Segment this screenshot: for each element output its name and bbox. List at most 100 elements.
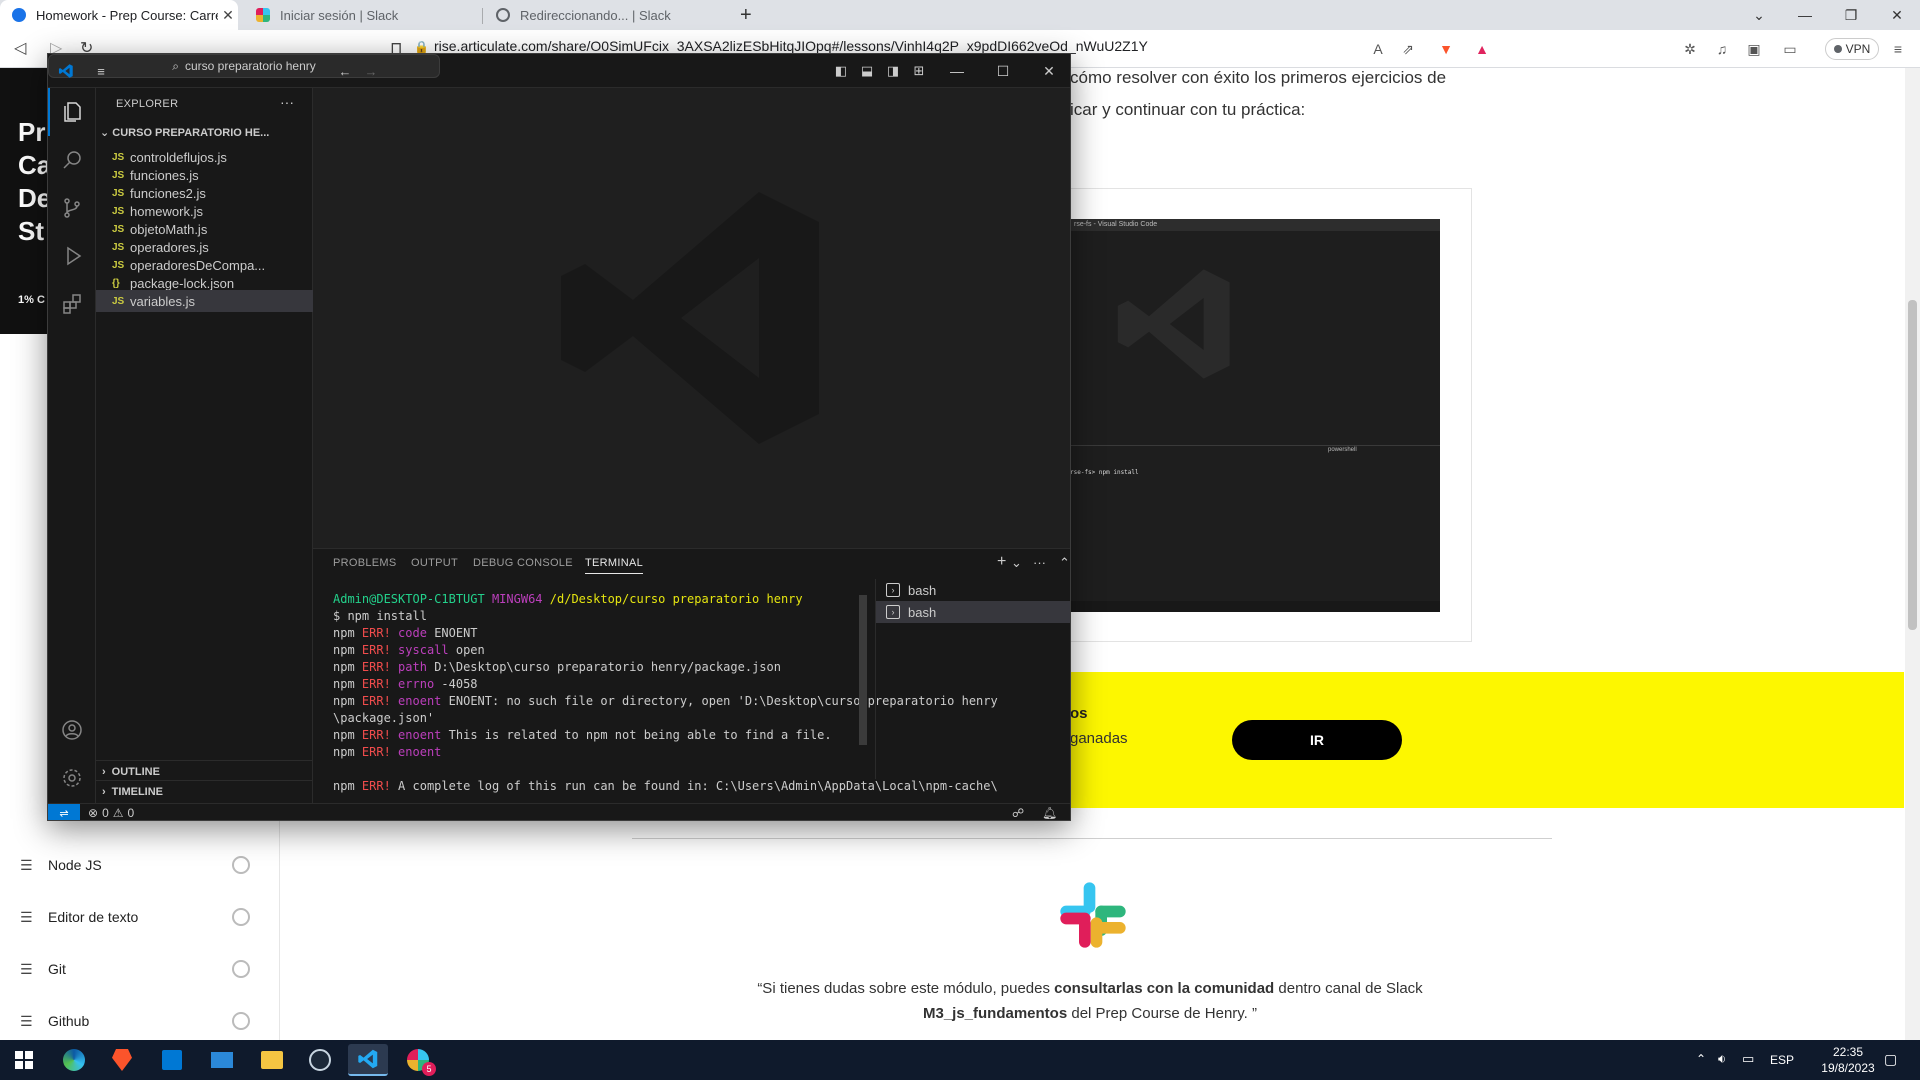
mini-command: rse-fs> npm install (1070, 469, 1139, 476)
run-debug-icon[interactable] (48, 232, 96, 280)
restore-button[interactable]: ❐ (1828, 0, 1874, 30)
account-icon[interactable] (48, 706, 96, 754)
share-icon[interactable]: ⇗ (1398, 39, 1418, 59)
gear-icon[interactable] (48, 754, 96, 802)
vscode-taskbar-icon[interactable] (348, 1044, 388, 1076)
translate-icon[interactable]: A (1368, 39, 1388, 59)
problems-indicator[interactable]: ⊗ 0 ⚠ 0 (88, 806, 134, 820)
tab-homework[interactable]: Homework - Prep Course: Carrera ✕ (0, 0, 238, 30)
close-icon[interactable]: ✕ (218, 7, 238, 24)
chevron-right-icon: › (102, 785, 106, 798)
editor-area[interactable] (313, 88, 1070, 548)
menu-icon[interactable]: ≡ (90, 60, 112, 82)
clock-date[interactable]: 19/8/2023 (1818, 1061, 1878, 1075)
tab-divider (482, 8, 483, 24)
notification-center-icon[interactable]: ▢ (1884, 1051, 1897, 1068)
wallet-icon[interactable]: ▭ (1780, 39, 1800, 59)
more-actions-icon[interactable]: ··· (280, 94, 294, 110)
file-item-selected[interactable]: JS variables.js (96, 290, 313, 312)
layout-icon[interactable]: ⊞ (908, 60, 930, 82)
close-window-button[interactable]: ✕ (1874, 0, 1920, 30)
brave-rewards-icon[interactable]: ▲ (1472, 39, 1492, 59)
back-arrow-icon[interactable]: ← (334, 60, 356, 82)
windows-start-icon[interactable] (4, 1044, 44, 1076)
brave-shields-icon[interactable]: ▼ (1436, 39, 1456, 59)
extensions-icon[interactable] (48, 280, 96, 328)
terminal-instance-selected[interactable]: › bash (876, 601, 1070, 623)
edge-icon[interactable] (54, 1044, 94, 1076)
outline-section[interactable]: › OUTLINE (96, 760, 313, 782)
new-tab-button[interactable]: + (728, 0, 758, 30)
terminal-instance[interactable]: › bash (876, 579, 1070, 601)
new-terminal-icon[interactable]: + (997, 553, 1006, 571)
tab-slack-login[interactable]: Iniciar sesión | Slack (244, 0, 480, 30)
forward-arrow-icon[interactable]: → (360, 60, 382, 82)
network-icon[interactable]: ▭ (1742, 1051, 1754, 1067)
back-icon[interactable]: ◁ (14, 38, 26, 58)
lesson-git[interactable]: ☰ Git (20, 952, 250, 986)
quote-bold: M3_js_fundamentos (922, 1005, 1068, 1022)
terminal-icon: › (886, 605, 900, 619)
timeline-section[interactable]: › TIMELINE (96, 780, 313, 802)
steam-icon[interactable] (300, 1044, 340, 1076)
lesson-editor[interactable]: ☰ Editor de texto (20, 900, 250, 934)
terminal-scrollbar[interactable] (859, 595, 867, 745)
music-icon[interactable]: ♫ (1712, 39, 1732, 59)
brave-icon[interactable] (102, 1044, 142, 1076)
language-indicator[interactable]: ESP (1770, 1053, 1794, 1067)
terminal-output[interactable]: Admin@DESKTOP-C1BTUGT MINGW64 /d/Desktop… (333, 591, 998, 795)
mini-divider (1070, 445, 1440, 446)
maximize-button[interactable]: ☐ (980, 54, 1026, 88)
file-explorer-icon[interactable] (252, 1044, 292, 1076)
remote-icon[interactable]: ⇌ (48, 804, 80, 820)
bell-icon[interactable]: 🔔︎ (1042, 806, 1057, 820)
close-button[interactable]: ✕ (1026, 54, 1070, 88)
extensions-icon[interactable]: ✲ (1680, 39, 1700, 59)
chevron-up-icon[interactable]: ⌃ (1696, 1052, 1706, 1066)
prompt-path: /d/Desktop/curso preparatorio henry (549, 592, 803, 606)
chevron-down-icon[interactable]: ⌄ (1011, 555, 1022, 571)
lesson-node-js[interactable]: ☰ Node JS (20, 848, 250, 882)
mail-icon[interactable] (202, 1044, 242, 1076)
file-label: objetoMath.js (130, 221, 208, 237)
page-scrollbar-thumb[interactable] (1908, 300, 1917, 630)
maximize-panel-icon[interactable]: ⌃ (1059, 555, 1070, 571)
js-file-icon: JS (112, 295, 125, 307)
file-label: variables.js (130, 293, 196, 309)
minimize-button[interactable]: — (934, 54, 980, 88)
list-icon: ☰ (20, 960, 33, 977)
sidebar-icon[interactable]: ▣ (1744, 39, 1764, 59)
more-actions-icon[interactable]: ··· (1033, 555, 1046, 570)
warning-count: 0 (127, 806, 135, 820)
search-icon[interactable] (48, 136, 96, 184)
clock-time[interactable]: 22:35 (1818, 1045, 1878, 1059)
workspace-folder[interactable]: ⌄ CURSO PREPARATORIO HE... (100, 126, 310, 139)
toggle-panel-icon[interactable]: ⬓ (856, 60, 878, 82)
toggle-secondary-sidebar-icon[interactable]: ◨ (882, 60, 904, 82)
err-key: enoent (398, 745, 442, 759)
vpn-button[interactable]: VPN (1825, 38, 1879, 60)
tab-output[interactable]: OUTPUT (411, 557, 458, 569)
list-icon: ☰ (20, 1012, 33, 1029)
chevron-down-icon[interactable]: ⌄ (1736, 0, 1782, 30)
toggle-sidebar-icon[interactable]: ◧ (830, 60, 852, 82)
minimize-button[interactable]: — (1782, 0, 1828, 30)
terminal-label: bash (908, 604, 937, 620)
file-label: operadores.js (130, 239, 209, 255)
lesson-github[interactable]: ☰ Github (20, 1004, 250, 1038)
lesson-label: Node JS (48, 857, 102, 873)
err-key: syscall (398, 643, 449, 657)
tab-label: Iniciar sesión | Slack (280, 7, 399, 23)
menu-icon[interactable]: ≡ (1888, 39, 1908, 59)
tab-redirecting[interactable]: Redireccionando... | Slack (484, 0, 720, 30)
explorer-icon[interactable] (48, 88, 96, 136)
ir-button[interactable]: IR (1232, 720, 1402, 760)
tab-problems[interactable]: PROBLEMS (333, 557, 397, 569)
feedback-icon[interactable]: ☍ (1012, 806, 1024, 820)
slack-taskbar-icon[interactable]: 5 (398, 1044, 438, 1076)
volume-icon[interactable]: 🔉︎ (1718, 1051, 1726, 1067)
tab-terminal[interactable]: TERMINAL (585, 557, 644, 574)
source-control-icon[interactable] (48, 184, 96, 232)
store-icon[interactable] (152, 1044, 192, 1076)
tab-debug-console[interactable]: DEBUG CONSOLE (473, 557, 573, 569)
